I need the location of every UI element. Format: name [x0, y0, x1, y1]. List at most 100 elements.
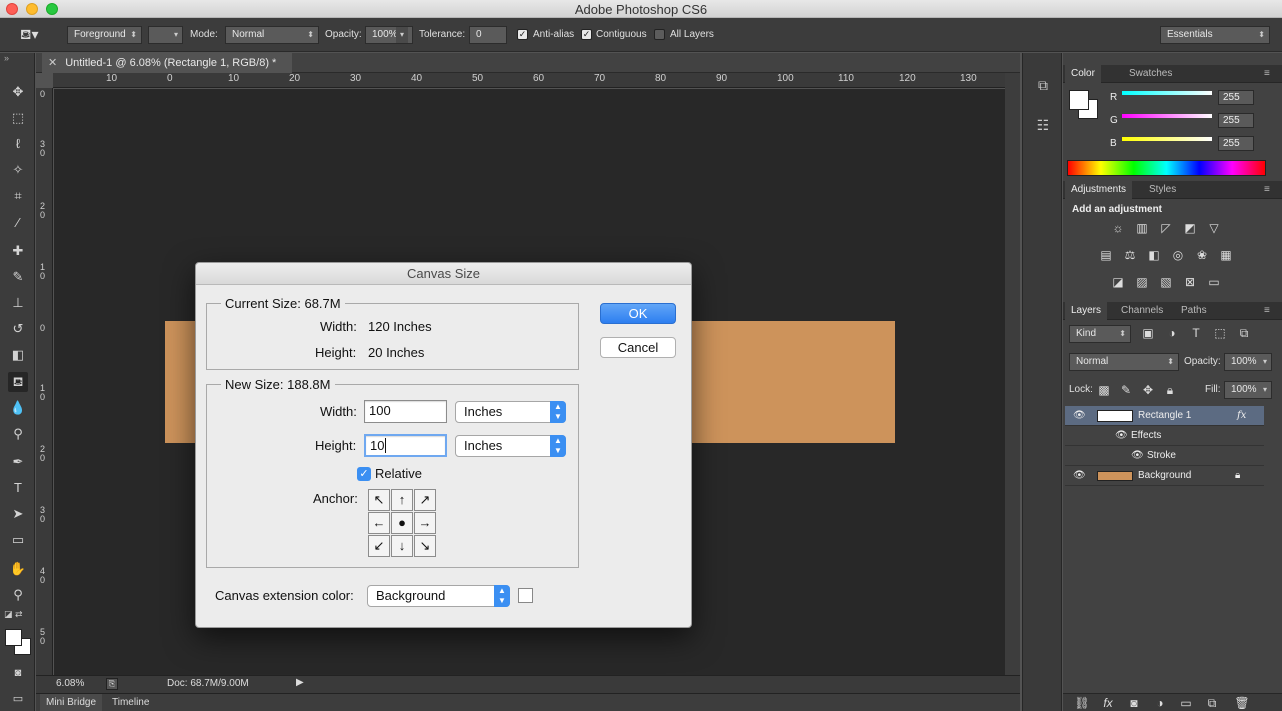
brush-tool-icon[interactable]: ✎ [8, 267, 28, 287]
properties-panel-icon[interactable]: ☷ [1033, 117, 1053, 137]
screen-mode-icon[interactable]: ▭ [8, 689, 28, 709]
anchor-bottom-left-arrow-icon[interactable]: ↙ [368, 535, 390, 557]
foreground-color-swatch[interactable] [5, 629, 22, 646]
magic-wand-tool-icon[interactable]: ✧ [8, 160, 28, 180]
color-balance-icon[interactable]: ⚖ [1121, 247, 1139, 263]
ok-button[interactable]: OK [600, 303, 676, 324]
pattern-picker[interactable]: ▾ [148, 26, 183, 44]
filter-adjustment-icon[interactable]: ◑ [1163, 325, 1181, 341]
blend-mode-dropdown[interactable]: Normal ⬍ [1069, 353, 1179, 371]
gradient-map-icon[interactable]: ▭ [1205, 274, 1223, 290]
paint-bucket-tool-preset-icon[interactable]: ⛾▾ [20, 26, 42, 44]
collapse-panel-icon[interactable]: » [4, 53, 9, 63]
export-icon[interactable]: ⎘ [106, 678, 118, 690]
brightness-contrast-icon[interactable]: ☼ [1109, 220, 1127, 236]
anchor-top-arrow-icon[interactable]: ↑ [391, 489, 413, 511]
anchor-bottom-arrow-icon[interactable]: ↓ [391, 535, 413, 557]
lasso-tool-icon[interactable]: ℓ [8, 134, 28, 154]
layer-row-effects[interactable]: 👁︎ Effects [1065, 426, 1264, 446]
zoom-tool-icon[interactable]: ⚲ [8, 585, 28, 605]
curves-icon[interactable]: ◸ [1157, 220, 1175, 236]
tab-timeline[interactable]: Timeline [106, 694, 155, 711]
panel-menu-icon[interactable]: ≡ [1258, 181, 1276, 199]
visibility-eye-icon[interactable]: 👁︎ [1073, 466, 1086, 486]
width-input[interactable]: 100 [364, 400, 447, 423]
stroke-eye-icon[interactable]: 👁︎ [1131, 446, 1144, 466]
tab-swatches[interactable]: Swatches [1123, 65, 1178, 83]
tab-color[interactable]: Color [1065, 65, 1101, 83]
black-white-icon[interactable]: ◧ [1145, 247, 1163, 263]
color-spectrum-ramp[interactable] [1067, 160, 1266, 176]
filter-smart-object-icon[interactable]: ⧉ [1235, 325, 1253, 341]
layer-row-rectangle-1[interactable]: 👁︎ Rectangle 1 fx [1065, 406, 1264, 426]
color-lookup-icon[interactable]: ▦ [1217, 247, 1235, 263]
fill-source-dropdown[interactable]: Foreground ⬍ [67, 26, 142, 44]
cancel-button[interactable]: Cancel [600, 337, 676, 358]
effects-eye-icon[interactable]: 👁︎ [1115, 426, 1128, 446]
color-foreground-swatch[interactable] [1069, 90, 1089, 110]
tab-adjustments[interactable]: Adjustments [1065, 181, 1133, 199]
anchor-left-arrow-icon[interactable]: ← [368, 512, 390, 534]
hand-tool-icon[interactable]: ✋ [8, 559, 28, 579]
blue-slider[interactable] [1122, 137, 1212, 141]
workspace-dropdown[interactable]: Essentials ⬍ [1160, 26, 1270, 44]
filter-shape-icon[interactable]: ⬚ [1211, 325, 1229, 341]
clone-stamp-tool-icon[interactable]: ⊥ [8, 293, 28, 313]
threshold-icon[interactable]: ▧ [1157, 274, 1175, 290]
tab-layers[interactable]: Layers [1065, 302, 1108, 320]
tab-styles[interactable]: Styles [1143, 181, 1182, 199]
new-layer-icon[interactable]: ⧉ [1203, 695, 1221, 711]
layer-filter-dropdown[interactable]: Kind ⬍ [1069, 325, 1131, 343]
info-menu-arrow-icon[interactable]: ▶ [296, 677, 304, 688]
eraser-tool-icon[interactable]: ◧ [8, 345, 28, 365]
add-style-icon[interactable]: fx [1099, 695, 1117, 711]
add-mask-icon[interactable]: ◙ [1125, 695, 1143, 711]
posterize-icon[interactable]: ▨ [1133, 274, 1151, 290]
lock-position-icon[interactable]: ✥ [1139, 382, 1157, 398]
anchor-bottom-right-arrow-icon[interactable]: ↘ [414, 535, 436, 557]
tab-paths[interactable]: Paths [1175, 302, 1213, 320]
anti-alias-checkbox[interactable]: ✓ [517, 29, 528, 40]
vertical-scrollbar[interactable] [1005, 73, 1020, 675]
paint-bucket-tool-icon[interactable]: ⛾ [8, 372, 28, 392]
levels-icon[interactable]: ▥ [1133, 220, 1151, 236]
healing-brush-tool-icon[interactable]: ✚ [8, 241, 28, 261]
path-selection-tool-icon[interactable]: ➤ [8, 504, 28, 524]
vibrance-icon[interactable]: ▽ [1205, 220, 1223, 236]
rectangle-tool-icon[interactable]: ▭ [8, 530, 28, 550]
extension-color-swatch[interactable] [518, 588, 533, 603]
filter-pixel-icon[interactable]: ▣ [1139, 325, 1157, 341]
opacity-field[interactable]: 100% ▾ [365, 26, 413, 44]
zoom-level[interactable]: 6.08% [56, 678, 84, 689]
anchor-top-left-arrow-icon[interactable]: ↖ [368, 489, 390, 511]
fill-field[interactable]: 100% ▾ [1224, 381, 1272, 399]
layer-opacity-field[interactable]: 100% ▾ [1224, 353, 1272, 371]
move-tool-icon[interactable]: ✥ [8, 82, 28, 102]
mode-dropdown[interactable]: Normal ⬍ [225, 26, 319, 44]
photo-filter-icon[interactable]: ◎ [1169, 247, 1187, 263]
tab-channels[interactable]: Channels [1115, 302, 1169, 320]
selective-color-icon[interactable]: ⊠ [1181, 274, 1199, 290]
default-colors-icon[interactable]: ◪ ⇄ [4, 609, 23, 620]
lock-all-icon[interactable]: 🔒︎ [1161, 382, 1179, 398]
height-input[interactable]: 10 [364, 434, 447, 457]
history-brush-tool-icon[interactable]: ↺ [8, 319, 28, 339]
lock-transparent-icon[interactable]: ▩ [1095, 382, 1113, 398]
tab-mini-bridge[interactable]: Mini Bridge [40, 694, 103, 711]
history-panel-icon[interactable]: ⧉ [1033, 77, 1053, 97]
blur-tool-icon[interactable]: 💧 [8, 398, 28, 418]
channel-mixer-icon[interactable]: ❀ [1193, 247, 1211, 263]
panel-menu-icon[interactable]: ≡ [1258, 302, 1276, 320]
link-layers-icon[interactable]: ⛓ [1073, 695, 1091, 711]
width-unit-select[interactable]: Inches ▲ ▼ [455, 401, 566, 423]
anchor-top-right-arrow-icon[interactable]: ↗ [414, 489, 436, 511]
relative-checkbox[interactable]: ✓ [357, 467, 371, 481]
quick-mask-icon[interactable]: ◙ [8, 663, 28, 683]
visibility-eye-icon[interactable]: 👁︎ [1073, 406, 1086, 426]
green-slider[interactable] [1122, 114, 1212, 118]
hue-saturation-icon[interactable]: ▤ [1097, 247, 1115, 263]
tolerance-field[interactable]: 0 [469, 26, 507, 44]
height-unit-select[interactable]: Inches ▲ ▼ [455, 435, 566, 457]
layer-row-background[interactable]: 👁︎ Background 🔒︎ [1065, 466, 1264, 486]
extension-color-select[interactable]: Background ▲ ▼ [367, 585, 510, 607]
